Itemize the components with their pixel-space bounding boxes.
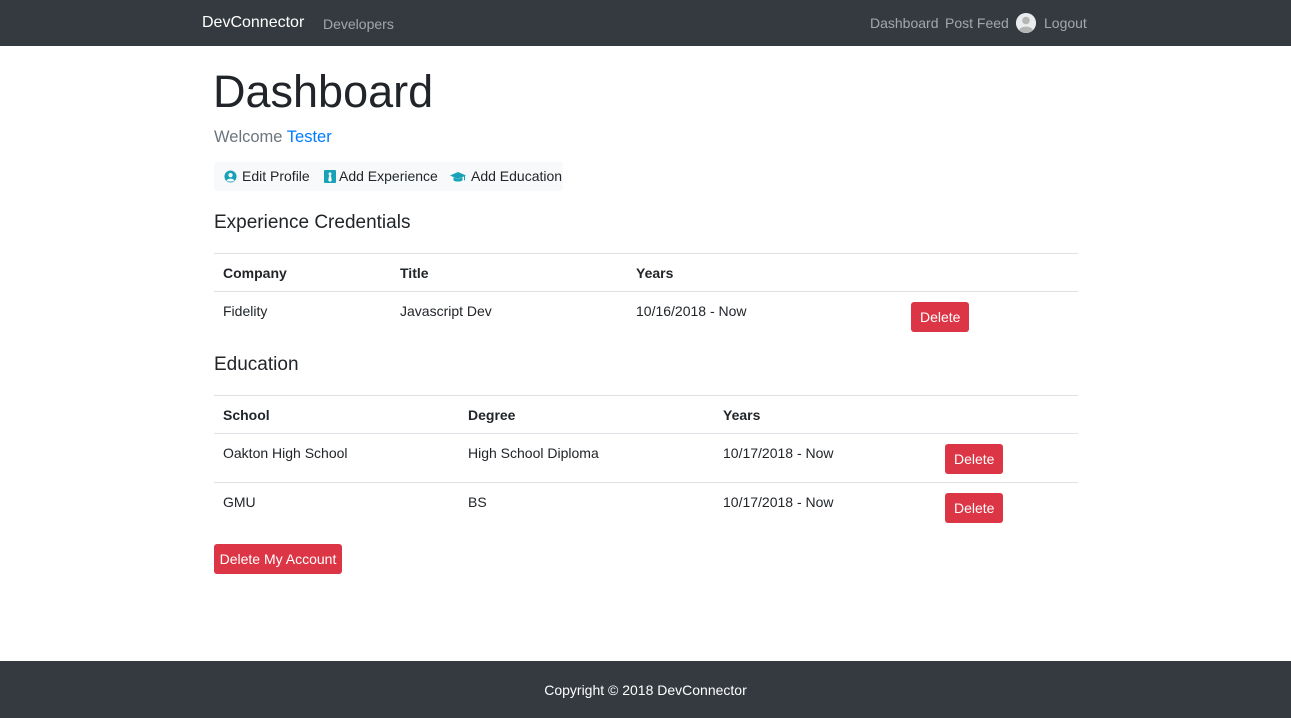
table-row: Oakton High School High School Diploma 1… bbox=[214, 433, 1078, 483]
column-header-degree: Degree bbox=[459, 395, 714, 434]
column-header-years: Years bbox=[714, 395, 936, 434]
education-actions-cell: Delete bbox=[936, 482, 1078, 532]
add-education-button[interactable]: Add Education bbox=[450, 168, 562, 187]
education-school: Oakton High School bbox=[214, 433, 459, 483]
experience-table: Company Title Years Fidelity Javascript … bbox=[214, 253, 1078, 341]
table-header-row: Company Title Years bbox=[214, 253, 1078, 292]
column-header-company: Company bbox=[214, 253, 391, 292]
column-header-title: Title bbox=[391, 253, 627, 292]
edit-profile-label: Edit Profile bbox=[242, 168, 310, 184]
avatar-icon[interactable] bbox=[1016, 13, 1036, 33]
page-title: Dashboard bbox=[213, 66, 434, 117]
user-profile-link[interactable]: Tester bbox=[287, 128, 332, 146]
table-row: GMU BS 10/17/2018 - Now Delete bbox=[214, 482, 1078, 532]
education-years: 10/17/2018 - Now bbox=[714, 433, 936, 483]
experience-section-title: Experience Credentials bbox=[214, 212, 411, 233]
welcome-text: Welcome Tester bbox=[214, 127, 332, 147]
education-school: GMU bbox=[214, 482, 459, 532]
column-header-years: Years bbox=[627, 253, 902, 292]
nav-post-feed-link[interactable]: Post Feed bbox=[945, 15, 1009, 31]
column-header-actions bbox=[936, 395, 1078, 434]
edit-profile-button[interactable]: Edit Profile bbox=[224, 168, 310, 187]
education-years: 10/17/2018 - Now bbox=[714, 482, 936, 532]
delete-account-button[interactable]: Delete My Account bbox=[214, 544, 342, 574]
delete-education-button[interactable]: Delete bbox=[945, 493, 1004, 523]
experience-title: Javascript Dev bbox=[391, 291, 627, 341]
experience-actions-cell: Delete bbox=[902, 291, 1078, 341]
column-header-school: School bbox=[214, 395, 459, 434]
logout-link[interactable]: Logout bbox=[1044, 15, 1087, 31]
add-experience-button[interactable]: Add Experience bbox=[324, 168, 438, 187]
nav-developers-link[interactable]: Developers bbox=[323, 16, 394, 32]
table-header-row: School Degree Years bbox=[214, 395, 1078, 434]
education-degree: BS bbox=[459, 482, 714, 532]
add-experience-label: Add Experience bbox=[339, 168, 438, 184]
dashboard-actions: Edit Profile Add Experience Add Educatio… bbox=[214, 162, 563, 191]
delete-experience-button[interactable]: Delete bbox=[911, 302, 970, 332]
column-header-actions bbox=[902, 253, 1078, 292]
footer-copyright: Copyright © 2018 DevConnector bbox=[544, 682, 747, 698]
education-table: School Degree Years Oakton High School H… bbox=[214, 395, 1078, 532]
experience-years: 10/16/2018 - Now bbox=[627, 291, 902, 341]
education-section-title: Education bbox=[214, 354, 299, 375]
black-tie-icon bbox=[324, 170, 336, 187]
nav-dashboard-link[interactable]: Dashboard bbox=[870, 15, 939, 31]
navbar: DevConnector Developers Dashboard Post F… bbox=[0, 0, 1291, 46]
user-circle-icon bbox=[224, 170, 237, 187]
delete-education-button[interactable]: Delete bbox=[945, 444, 1004, 474]
graduation-cap-icon bbox=[450, 170, 466, 187]
footer: Copyright © 2018 DevConnector bbox=[0, 661, 1291, 718]
add-education-label: Add Education bbox=[471, 168, 563, 184]
brand-link[interactable]: DevConnector bbox=[202, 13, 304, 33]
welcome-prefix: Welcome bbox=[214, 128, 287, 146]
experience-company: Fidelity bbox=[214, 291, 391, 341]
table-row: Fidelity Javascript Dev 10/16/2018 - Now… bbox=[214, 291, 1078, 341]
education-actions-cell: Delete bbox=[936, 433, 1078, 483]
education-degree: High School Diploma bbox=[459, 433, 714, 483]
